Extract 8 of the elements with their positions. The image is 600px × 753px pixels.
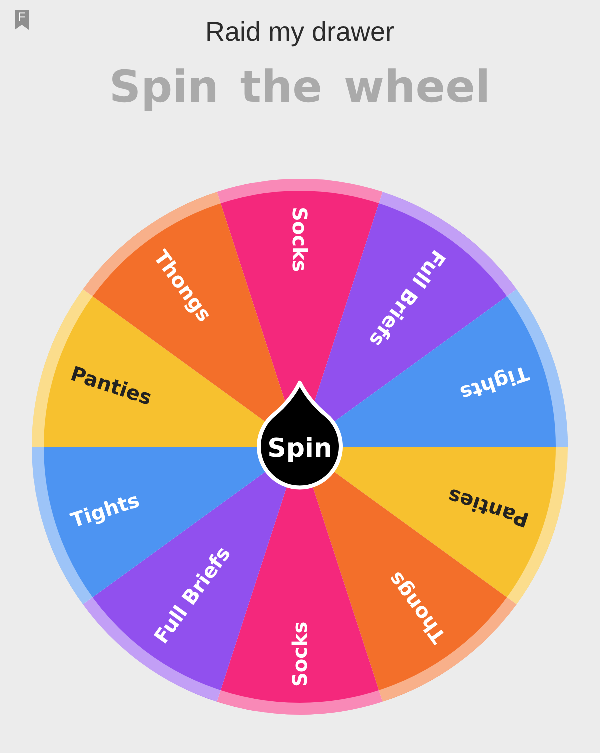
bookmark-badge: F [15, 10, 29, 30]
spin-button[interactable]: Spin [257, 381, 343, 490]
segment-label: Tights [457, 361, 532, 406]
page-heading: Spin the wheel [108, 62, 492, 113]
page-title: Raid my drawer [204, 16, 396, 48]
segment-label: Socks [288, 207, 312, 272]
segment-label: Tights [68, 488, 143, 533]
segment-label: Socks [288, 622, 312, 687]
